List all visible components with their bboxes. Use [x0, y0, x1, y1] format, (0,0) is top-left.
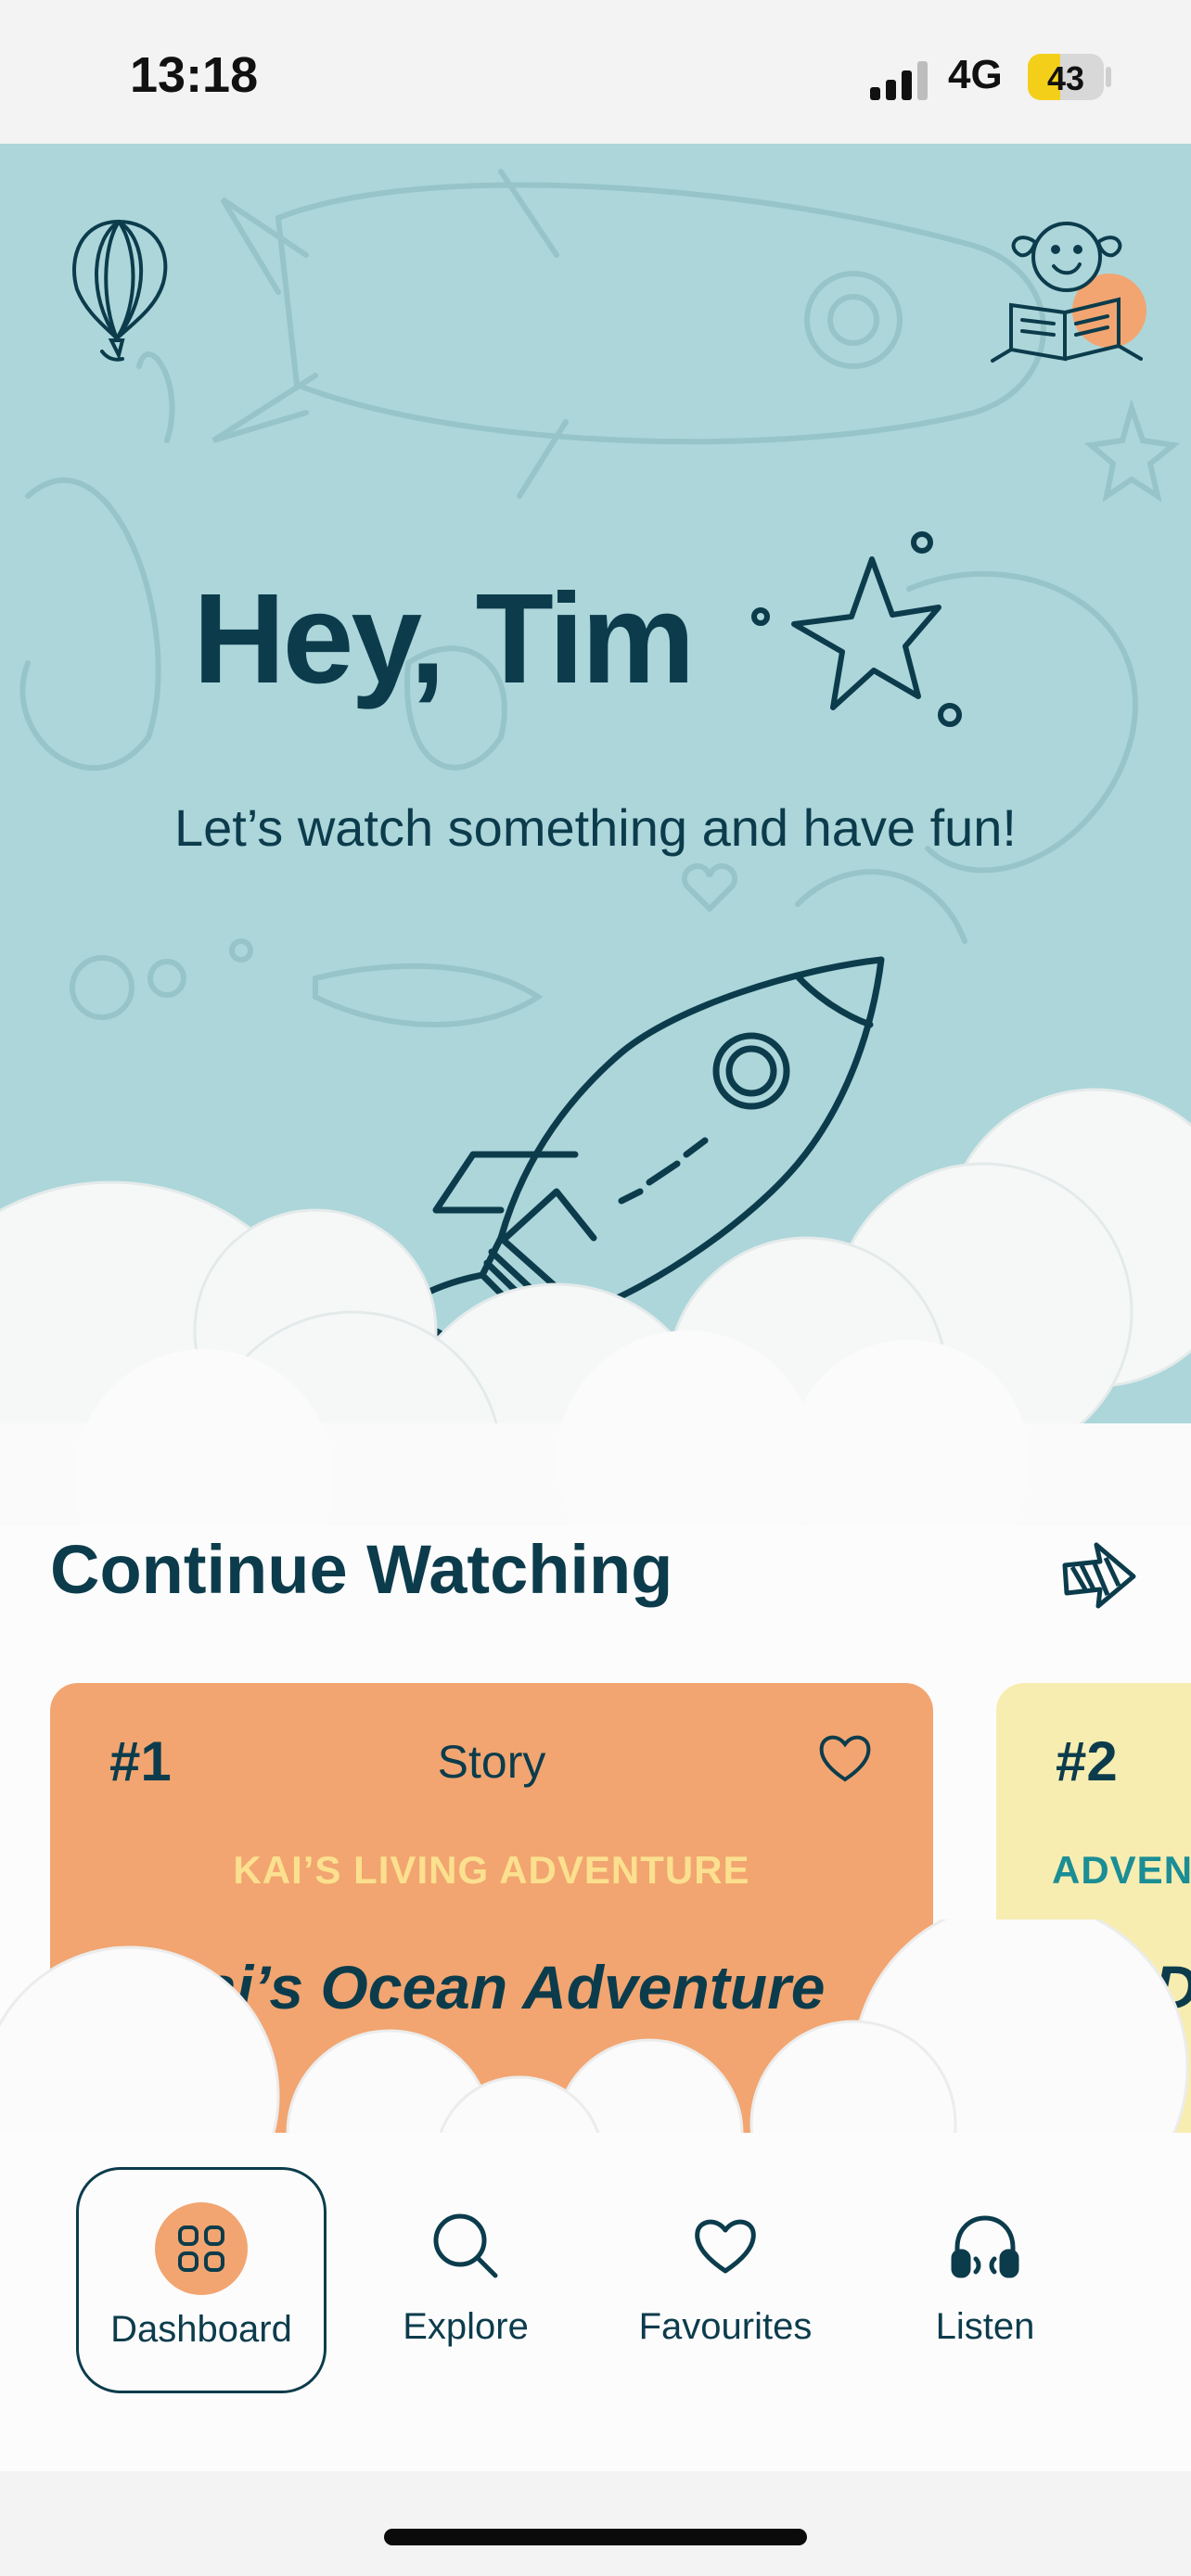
battery-tip: [1106, 67, 1111, 87]
grid-icon: [155, 2202, 248, 2295]
card-series: ADVENTURE: [1052, 1848, 1191, 1892]
cellular-signal-icon: [870, 61, 928, 100]
section-title: Continue Watching: [50, 1531, 673, 1608]
nav-item-favourites[interactable]: Favourites: [600, 2167, 851, 2393]
nav-label: Explore: [403, 2306, 529, 2347]
nav-label: Dashboard: [110, 2309, 292, 2350]
home-indicator: [384, 2529, 807, 2545]
battery-icon: 43: [1028, 54, 1104, 100]
nav-item-explore[interactable]: Explore: [340, 2167, 591, 2393]
nav-item-dashboard[interactable]: Dashboard: [76, 2167, 327, 2393]
card-series: KAI’S LIVING ADVENTURE: [233, 1848, 750, 1892]
headphones-icon: [951, 2215, 1019, 2278]
star-icon: [751, 531, 962, 727]
battery-percent: 43: [1046, 59, 1085, 97]
card-rank: #2: [1056, 1730, 1118, 1792]
search-icon: [433, 2213, 498, 2278]
heart-icon[interactable]: [816, 1731, 874, 1785]
avatar[interactable]: [983, 201, 1150, 368]
network-type: 4G: [948, 52, 1003, 97]
heart-icon: [695, 2219, 756, 2274]
status-time: 13:18: [130, 47, 259, 103]
greeting-title: Hey, Tim: [193, 567, 695, 710]
card-type: Story: [437, 1736, 546, 1788]
status-bar: 13:18 4G 43: [0, 0, 1191, 144]
hero-banner: Hey, Tim Let’s watch something and have …: [0, 144, 1191, 1535]
nav-item-listen[interactable]: Listen: [860, 2167, 1110, 2393]
nav-label: Listen: [935, 2306, 1035, 2347]
nav-label: Favourites: [638, 2306, 813, 2347]
greeting-subtitle: Let’s watch something and have fun!: [173, 798, 1017, 857]
clouds-decoration: [0, 1088, 1191, 1535]
arrow-right-icon[interactable]: [1057, 1539, 1141, 1613]
hot-air-balloon-icon: [72, 219, 168, 362]
